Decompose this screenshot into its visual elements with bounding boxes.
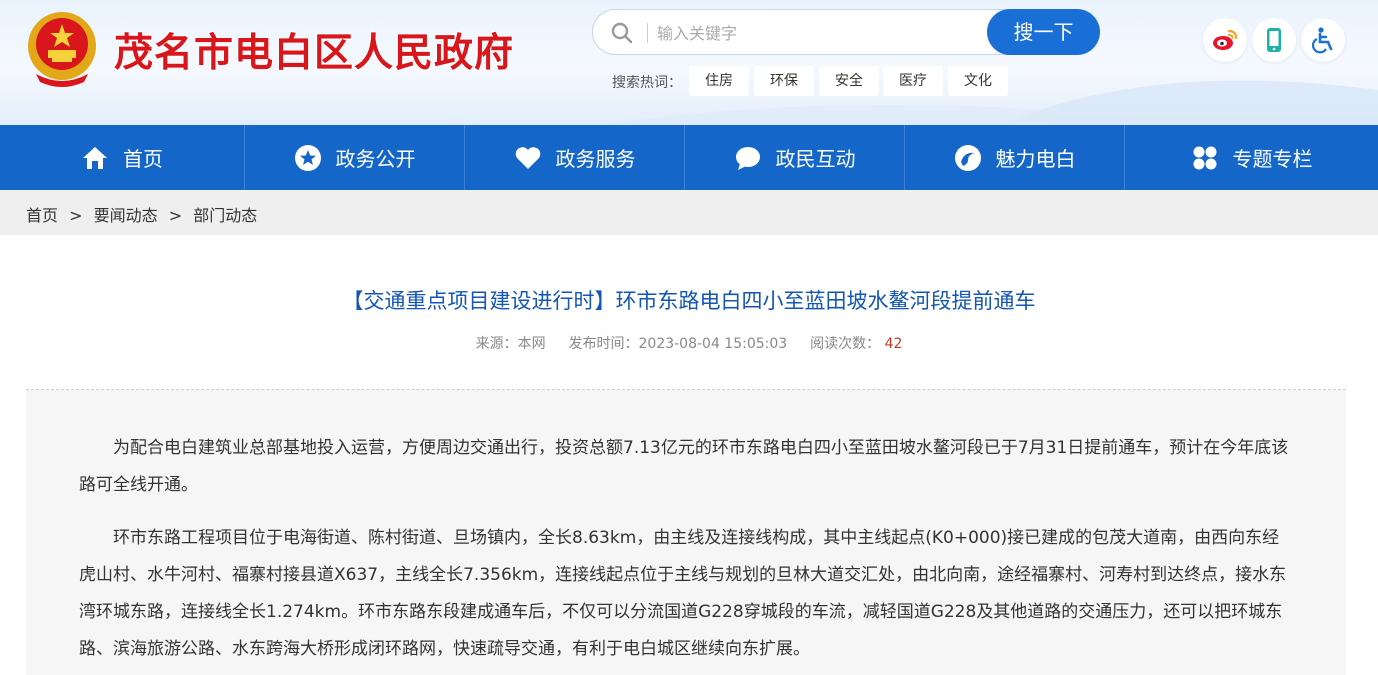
- date-label: 发布时间：: [568, 336, 639, 352]
- site-title[interactable]: 茂名市电白区人民政府: [114, 22, 514, 78]
- article-paragraph: 环市东路工程项目位于电海街道、陈村街道、旦场镇内，全长8.63km，由主线及连接…: [79, 528, 1287, 659]
- swirl-icon: [954, 144, 981, 171]
- hot-tag-housing[interactable]: 住房: [689, 66, 749, 96]
- article-title: 【交通重点项目建设进行时】环市东路电白四小至蓝田坡水鳌河段提前通车: [342, 289, 1036, 313]
- mobile-icon: [1267, 28, 1281, 52]
- article-paragraph: 为配合电白建筑业总部基地投入运营，方便周边交通出行，投资总额7.13亿元的环市东…: [79, 438, 1289, 495]
- breadcrumb-separator: >: [69, 206, 83, 225]
- site-header: 茂名市电白区人民政府 搜一下 搜索热词： 住房 环保 安全 医疗 文化: [0, 0, 1378, 125]
- nav-item-interaction[interactable]: 政民互动: [685, 125, 904, 190]
- hot-tag-environment[interactable]: 环保: [754, 66, 814, 96]
- accessibility-icon: [1312, 27, 1333, 54]
- search-separator: [647, 23, 648, 43]
- nav-item-special-topics[interactable]: 专题专栏: [1125, 125, 1378, 190]
- nav-item-label: 专题专栏: [1232, 147, 1313, 171]
- nav-item-charm-dianbai[interactable]: 魅力电白: [905, 125, 1124, 190]
- publish-date: 2023-08-04 15:05:03: [638, 336, 788, 352]
- national-emblem-icon: [28, 12, 96, 87]
- breadcrumb-bar: 首页 > 要闻动态 > 部门动态: [0, 190, 1378, 235]
- star-icon: [294, 144, 321, 171]
- nav-item-home[interactable]: 首页: [0, 125, 244, 190]
- hot-tag-culture[interactable]: 文化: [948, 66, 1008, 96]
- mobile-button[interactable]: [1252, 18, 1296, 62]
- breadcrumb-separator: >: [168, 206, 183, 225]
- chat-icon: [735, 146, 760, 170]
- source-value: 本网: [517, 336, 546, 352]
- breadcrumb-news[interactable]: 要闻动态: [94, 206, 158, 225]
- heart-icon: [515, 146, 540, 169]
- nav-item-label: 政务公开: [335, 147, 416, 171]
- article-meta: 来源：本网 发布时间：2023-08-04 15:05:03 阅读次数： 42: [0, 333, 1378, 353]
- source-label: 来源：: [475, 336, 518, 352]
- search-button[interactable]: 搜一下: [987, 9, 1100, 55]
- nav-item-label: 政民互动: [775, 147, 856, 171]
- search-box: 搜一下: [592, 9, 1100, 55]
- weibo-icon: [1213, 29, 1238, 50]
- accessibility-button[interactable]: [1301, 18, 1345, 62]
- nav-item-label: 首页: [123, 147, 163, 171]
- search-input[interactable]: [657, 18, 977, 48]
- main-nav: 首页 政务公开 政务服务 政民互动 魅力电白 专题专栏: [0, 125, 1378, 190]
- hot-tag-medical[interactable]: 医疗: [883, 66, 943, 96]
- nav-item-gov-affairs[interactable]: 政务公开: [245, 125, 464, 190]
- weibo-button[interactable]: [1203, 18, 1247, 62]
- breadcrumb: 首页 > 要闻动态 > 部门动态: [26, 202, 263, 226]
- breadcrumb-department-news[interactable]: 部门动态: [193, 206, 257, 225]
- nav-item-label: 政务服务: [555, 147, 636, 171]
- nav-item-label: 魅力电白: [995, 147, 1076, 171]
- breadcrumb-home[interactable]: 首页: [26, 206, 58, 225]
- grid-icon: [1193, 146, 1216, 169]
- nav-item-gov-services[interactable]: 政务服务: [465, 125, 684, 190]
- view-count: 42: [884, 336, 903, 352]
- views-label: 阅读次数：: [810, 336, 881, 352]
- home-icon: [83, 146, 107, 169]
- hot-tag-safety[interactable]: 安全: [819, 66, 879, 96]
- hot-search-label: 搜索热词：: [612, 75, 682, 91]
- search-icon: [611, 22, 633, 44]
